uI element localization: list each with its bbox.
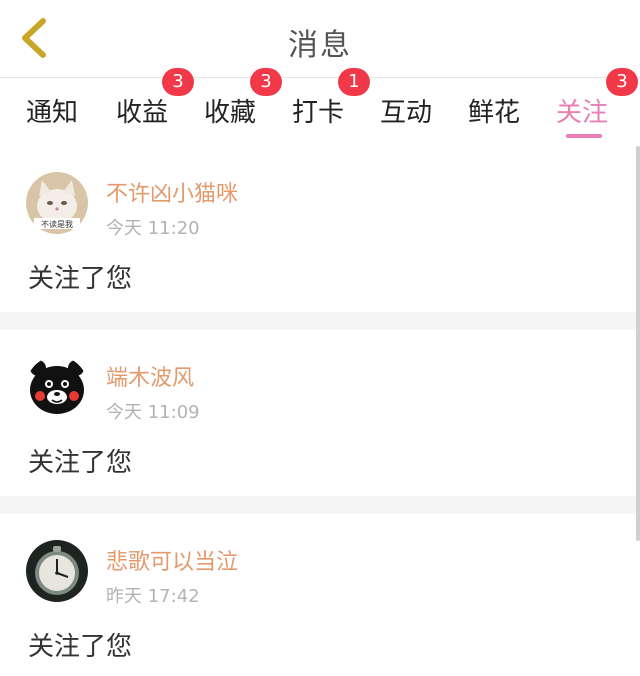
tab-label: 通知 xyxy=(26,98,79,128)
username[interactable]: 悲歌可以当泣 xyxy=(106,544,238,576)
pocket-watch-avatar[interactable] xyxy=(26,540,88,602)
message-text: 关注了您 xyxy=(28,264,133,294)
tab-label: 打卡 xyxy=(292,98,345,128)
timestamp: 今天 11:09 xyxy=(106,402,200,423)
top-bar: 消息 xyxy=(0,0,640,78)
count-badge: 1 xyxy=(338,68,371,96)
avatar-caption: 不读是我 xyxy=(41,219,73,229)
kumamon-avatar[interactable] xyxy=(26,356,88,418)
count-badge: 3 xyxy=(606,68,639,96)
tab-label: 收益 xyxy=(116,98,169,128)
tab-label: 互动 xyxy=(380,98,433,128)
scrollbar[interactable] xyxy=(636,146,640,541)
count-badge: 3 xyxy=(250,68,283,96)
timestamp: 今天 11:20 xyxy=(106,218,200,239)
tab-label: 鲜花 xyxy=(468,98,521,128)
list-item[interactable]: 不读是我 不许凶小猫咪 今天 11:20 关注了您 xyxy=(0,146,640,312)
tab-earnings[interactable]: 收益 3 xyxy=(116,68,195,129)
tab-label: 关注 xyxy=(556,98,609,128)
message-list: 不读是我 不许凶小猫咪 今天 11:20 关注了您 端木波风 今天 11:09 … xyxy=(0,146,640,676)
username[interactable]: 端木波风 xyxy=(106,360,194,392)
tab-interaction[interactable]: 互动 xyxy=(380,92,432,129)
divider xyxy=(0,312,640,330)
tab-checkin[interactable]: 打卡 1 xyxy=(292,68,371,129)
active-tab-indicator xyxy=(566,134,602,138)
timestamp: 昨天 17:42 xyxy=(106,586,200,607)
cat-photo-avatar[interactable]: 不读是我 xyxy=(26,172,88,234)
tab-favorites[interactable]: 收藏 3 xyxy=(204,68,283,129)
count-badge: 3 xyxy=(162,68,195,96)
message-text: 关注了您 xyxy=(28,448,133,478)
list-item[interactable]: 端木波风 今天 11:09 关注了您 xyxy=(0,330,640,496)
username[interactable]: 不许凶小猫咪 xyxy=(106,176,238,208)
tab-follow[interactable]: 关注 3 xyxy=(556,68,639,129)
list-item[interactable]: 悲歌可以当泣 昨天 17:42 关注了您 xyxy=(0,514,640,676)
tab-bar: 通知 收益 3 收藏 3 打卡 1 互动 鲜花 关注 3 xyxy=(0,68,640,144)
message-text: 关注了您 xyxy=(28,632,133,662)
tab-notifications[interactable]: 通知 xyxy=(26,92,78,129)
tab-flowers[interactable]: 鲜花 xyxy=(468,92,520,129)
tab-label: 收藏 xyxy=(204,98,257,128)
divider xyxy=(0,496,640,514)
page-title: 消息 xyxy=(288,28,352,63)
